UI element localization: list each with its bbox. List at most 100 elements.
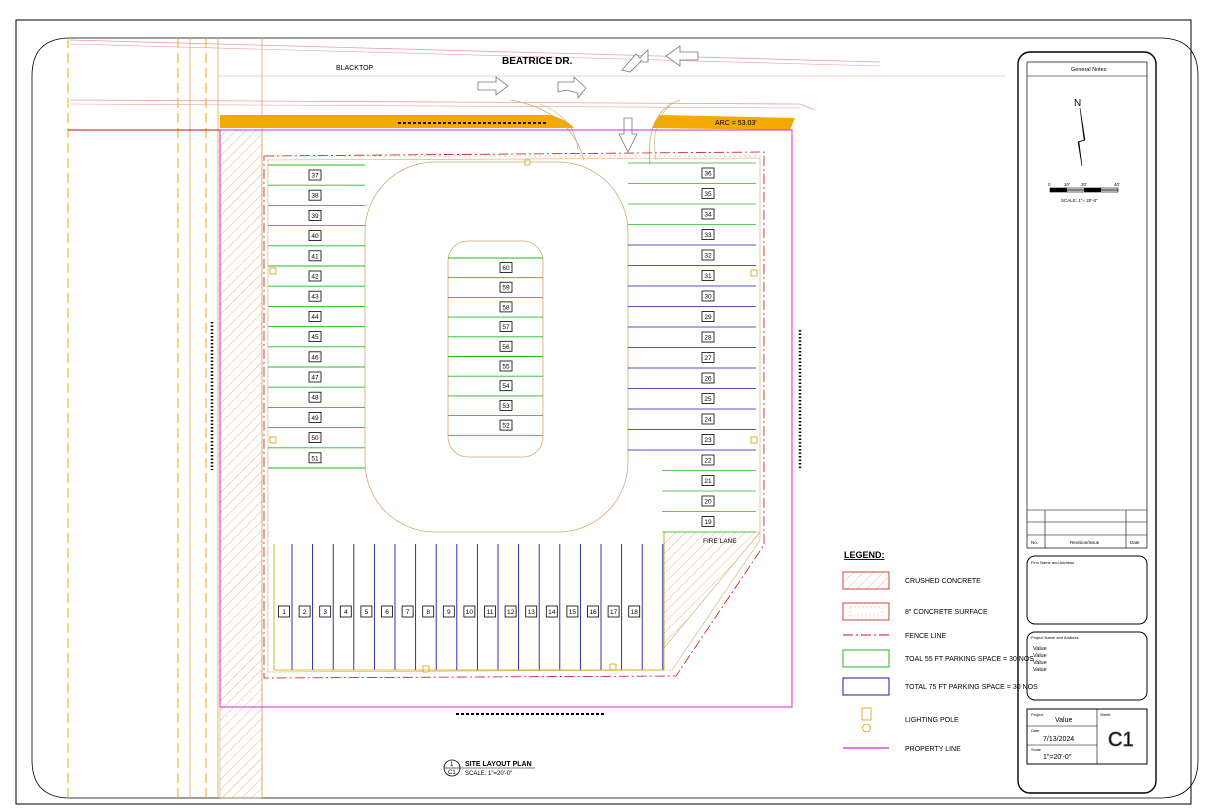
- north-label: N: [1074, 98, 1081, 109]
- revision-no-header: No.: [1031, 540, 1038, 545]
- stall-number: 52: [502, 423, 510, 430]
- stall-number: 46: [311, 354, 319, 361]
- stall-number: 12: [507, 609, 515, 616]
- legend-crushed-concrete: CRUSHED CONCRETE: [905, 578, 981, 585]
- stall-number: 14: [548, 609, 556, 616]
- scale-tick-20: 20': [1081, 182, 1087, 187]
- legend-title: LEGEND:: [844, 550, 885, 560]
- legend-55ft-spaces: TOAL 55 FT PARKING SPACE = 30 NOS: [905, 656, 1034, 663]
- stall-number: 55: [502, 364, 510, 371]
- project-label: Project Name and Address: [1031, 635, 1079, 640]
- stall-number: 24: [704, 417, 712, 424]
- stall-number: 18: [631, 609, 639, 616]
- stall-number: 51: [311, 455, 319, 462]
- crushed-concrete-strip: [219, 129, 263, 799]
- stall-number: 3: [323, 609, 327, 616]
- graphic-scale-label: SCALE: 1"= 20'-0": [1061, 198, 1098, 203]
- stall-number: 13: [528, 609, 536, 616]
- plan-title: SITE LAYOUT PLAN: [465, 761, 532, 768]
- legend-concrete-surface: 8" CONCRETE SURFACE: [905, 609, 988, 616]
- stall-number: 30: [704, 294, 712, 301]
- stall-number: 27: [704, 355, 712, 362]
- project-value-1: Value: [1033, 646, 1047, 652]
- stall-number: 32: [704, 253, 712, 260]
- stall-number: 33: [704, 232, 712, 239]
- stall-number: 34: [704, 212, 712, 219]
- sheet-small-label: Sheet: [1100, 712, 1111, 717]
- plan-scale: SCALE: 1"=20'-0": [465, 771, 512, 777]
- project-value-4: Value: [1033, 667, 1047, 673]
- stall-number: 41: [311, 253, 319, 260]
- arrow-curve-right-icon: [557, 76, 587, 100]
- legend: LEGEND: CRUSHED CONCRETE 8" CONCRETE SUR…: [842, 550, 1038, 753]
- blacktop-label: BLACKTOP: [336, 65, 374, 72]
- stall-number: 45: [311, 334, 319, 341]
- stall-number: 21: [704, 478, 712, 485]
- stall-number: 23: [704, 437, 712, 444]
- stall-number: 8: [426, 609, 430, 616]
- stall-number: 15: [569, 609, 577, 616]
- general-notes-label: General Notes: [1071, 67, 1107, 73]
- project-small-value: Value: [1055, 717, 1072, 724]
- stall-number: 2: [303, 609, 307, 616]
- legend-property-line: PROPERTY LINE: [905, 746, 961, 753]
- stall-number: 17: [610, 609, 618, 616]
- stall-number: 16: [589, 609, 597, 616]
- stall-number: 22: [704, 458, 712, 465]
- stall-number: 38: [311, 193, 319, 200]
- stall-number: 44: [311, 314, 319, 321]
- stall-number: 53: [502, 403, 510, 410]
- left-road-lines: [67, 38, 263, 799]
- stall-number: 29: [704, 314, 712, 321]
- legend-lighting-pole: LIGHTING POLE: [905, 717, 959, 724]
- date-small-label: Date: [1031, 728, 1040, 733]
- fire-lane-label: FIRE LANE: [703, 538, 737, 545]
- beatrice-drive: ARC = 53.03' BEATRICE DR. BLACKTOP: [68, 39, 1005, 166]
- date-value: 7/13/2024: [1043, 736, 1074, 743]
- plan-title-block: 1 C1 SITE LAYOUT PLAN SCALE: 1"=20'-0": [443, 759, 535, 777]
- fire-lane-area: [663, 531, 761, 649]
- stall-number: 49: [311, 415, 319, 422]
- arc-label: ARC = 53.03': [715, 120, 757, 127]
- stall-number: 26: [704, 376, 712, 383]
- stall-number: 35: [704, 191, 712, 198]
- stall-number: 31: [704, 273, 712, 280]
- scale-small-label: Scale: [1031, 747, 1042, 752]
- stall-number: 6: [385, 609, 389, 616]
- site-layout-drawing: ARC = 53.03' BEATRICE DR. BLACKTOP FIRE …: [15, 19, 1199, 805]
- scale-tick-40: 40': [1114, 182, 1120, 187]
- stall-number: 5: [365, 609, 369, 616]
- plan-sheet: C1: [448, 770, 456, 776]
- center-island-inner: [447, 240, 544, 458]
- stall-number: 20: [704, 499, 712, 506]
- revision-date-header: Date: [1130, 540, 1140, 545]
- stall-number: 47: [311, 375, 319, 382]
- stall-number: 1: [282, 609, 286, 616]
- project-value-2: Value: [1033, 653, 1047, 659]
- stall-number: 28: [704, 335, 712, 342]
- stall-number: 48: [311, 395, 319, 402]
- stall-number: 11: [487, 609, 494, 616]
- firm-label: Firm Name and Address: [1031, 560, 1074, 565]
- arrow-left-icon: [665, 45, 699, 67]
- north-arrow-icon: [1077, 107, 1086, 167]
- stall-number: 50: [311, 435, 319, 442]
- stall-number: 57: [502, 324, 510, 331]
- project-small-label: Project: [1031, 712, 1044, 717]
- stall-number: 59: [502, 285, 510, 292]
- stall-number: 9: [447, 609, 451, 616]
- center-island-outer: [364, 161, 629, 533]
- stall-number: 4: [344, 609, 348, 616]
- stall-number: 58: [502, 304, 510, 311]
- stall-number: 19: [704, 519, 712, 526]
- stall-number: 37: [311, 173, 319, 180]
- stall-number: 42: [311, 274, 319, 281]
- arrow-down-icon: [618, 117, 638, 153]
- stall-number: 40: [311, 233, 319, 240]
- stall-number: 54: [502, 383, 510, 390]
- arrow-curve-left-icon: [621, 49, 649, 73]
- legend-fence-line: FENCE LINE: [905, 633, 947, 640]
- arrow-right-icon: [477, 76, 509, 96]
- stall-number: 39: [311, 213, 319, 220]
- sheet-number: C1: [1108, 729, 1134, 751]
